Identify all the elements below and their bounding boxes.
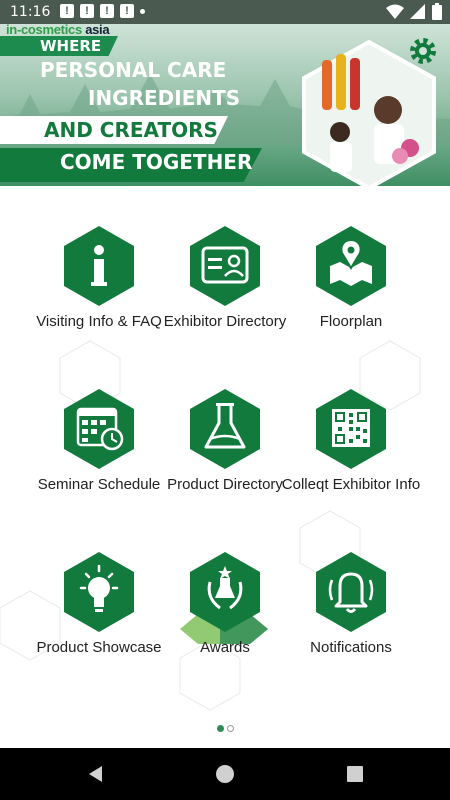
lightbulb-icon: [64, 552, 134, 632]
menu-tile-colleqt-exhibitor-info[interactable]: Colleqt Exhibitor Info: [276, 351, 426, 511]
cell-signal-icon: [410, 3, 425, 19]
brand-region: asia: [85, 24, 110, 37]
alert-notification-icon: !: [60, 4, 74, 18]
menu-tile-floorplan[interactable]: Floorplan: [276, 188, 426, 348]
headline-and-creators: AND CREATORS: [44, 118, 218, 142]
status-bar: 11:16 ! ! ! !: [0, 0, 450, 24]
system-navigation-bar: [0, 748, 450, 800]
brand-name: in-cosmetics: [6, 24, 82, 37]
home-icon[interactable]: [215, 764, 235, 784]
info-icon: [64, 226, 134, 306]
headline-ingredients: INGREDIENTS: [88, 86, 241, 110]
page-dot[interactable]: [226, 725, 234, 732]
alert-notification-icon: !: [100, 4, 114, 18]
page-indicator: [0, 725, 450, 739]
qr-code-icon: [316, 389, 386, 469]
status-time: 11:16: [10, 4, 51, 20]
menu-tile-label: Notifications: [310, 639, 392, 656]
notification-icons: ! ! ! !: [60, 4, 145, 18]
id-card-icon: [190, 226, 260, 306]
menu-tile-label: Colleqt Exhibitor Info: [281, 476, 421, 493]
event-banner: in-cosmetics asia WHERE PERSONAL CARE IN…: [0, 24, 450, 186]
menu-tile-notifications[interactable]: Notifications: [276, 514, 426, 674]
calendar-icon: [64, 389, 134, 469]
status-indicators: [386, 3, 442, 20]
battery-icon: [432, 3, 442, 20]
headline-personal-care: PERSONAL CARE: [40, 58, 227, 82]
alert-notification-icon: !: [120, 4, 134, 18]
flask-icon: [190, 389, 260, 469]
more-notifications-dot: [140, 9, 145, 14]
recent-apps-icon[interactable]: [345, 764, 365, 784]
bell-icon: [316, 552, 386, 632]
map-pin-icon: [316, 226, 386, 306]
headline-where: WHERE: [40, 37, 102, 55]
page-dot-active[interactable]: [216, 725, 224, 732]
wifi-icon: [386, 4, 404, 19]
back-icon[interactable]: [86, 764, 106, 784]
menu-tile-label: Floorplan: [319, 313, 383, 330]
award-icon: [190, 552, 260, 632]
alert-notification-icon: !: [80, 4, 94, 18]
settings-gear-icon[interactable]: [408, 36, 438, 66]
headline-come-together: COME TOGETHER: [60, 150, 253, 174]
main-menu-grid: Visiting Info & FAQ Exhibitor Directory …: [0, 188, 450, 748]
brand-logo: in-cosmetics asia: [6, 24, 110, 37]
